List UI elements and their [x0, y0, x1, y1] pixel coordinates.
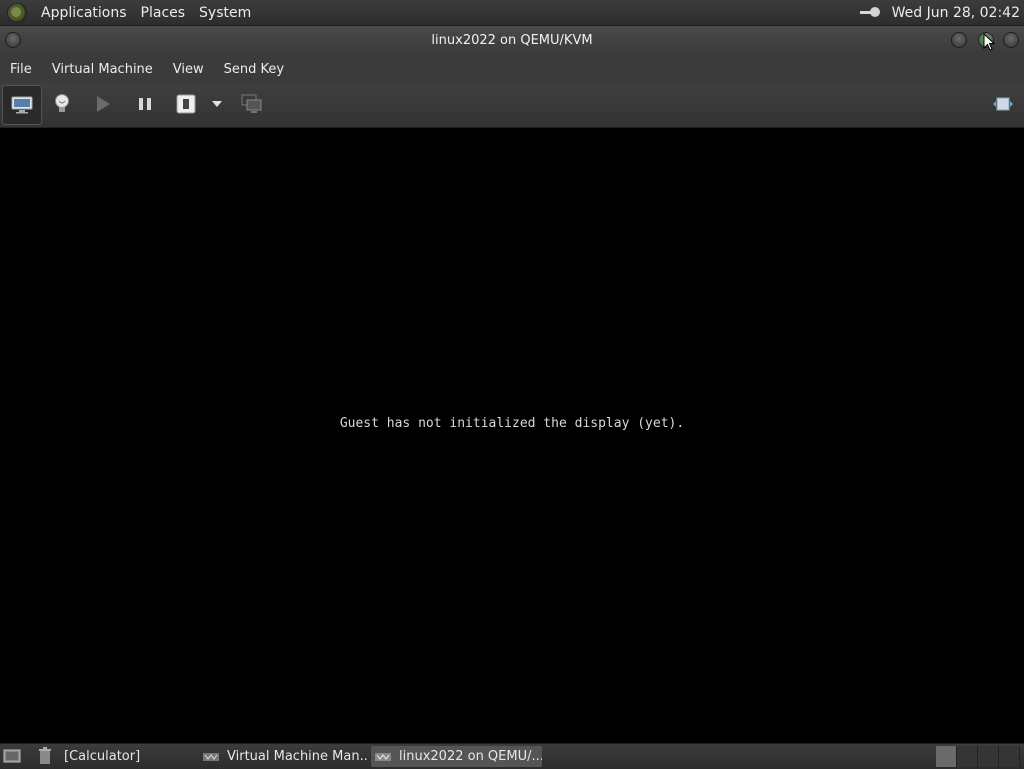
minimize-button[interactable] [951, 32, 967, 48]
key-icon[interactable] [859, 6, 882, 20]
vm-manager-icon [203, 752, 219, 761]
details-button[interactable] [43, 85, 81, 123]
task-label: Virtual Machine Man... [227, 749, 369, 764]
fullscreen-button[interactable] [984, 85, 1022, 123]
task-linux2022[interactable]: linux2022 on QEMU/... [371, 746, 542, 767]
task-virtual-machine-manager[interactable]: Virtual Machine Man... [203, 746, 369, 767]
pause-button[interactable] [126, 85, 164, 123]
console-message: Guest has not initialized the display (y… [339, 416, 685, 431]
top-panel: Applications Places System Wed Jun 28, 0… [0, 0, 1024, 26]
task-label: [Calculator] [64, 749, 141, 764]
menu-virtual-machine[interactable]: Virtual Machine [42, 62, 163, 77]
show-desktop-icon[interactable] [3, 747, 21, 765]
toolbar [0, 83, 1024, 128]
vm-console-icon [375, 752, 391, 761]
task-calculator[interactable]: [Calculator] [40, 746, 200, 767]
applications-menu[interactable]: Applications [34, 5, 134, 21]
calculator-icon [40, 751, 56, 763]
menu-send-key[interactable]: Send Key [214, 62, 294, 77]
workspace-4[interactable] [999, 746, 1020, 767]
console-button[interactable] [2, 85, 42, 125]
window-title: linux2022 on QEMU/KVM [431, 33, 593, 48]
panel-clock[interactable]: Wed Jun 28, 02:42 [892, 5, 1020, 21]
close-button[interactable] [1003, 32, 1019, 48]
places-menu[interactable]: Places [134, 5, 193, 21]
vm-console-display[interactable]: Guest has not initialized the display (y… [2, 129, 1022, 740]
system-menu[interactable]: System [192, 5, 258, 21]
window-menu-icon[interactable] [5, 32, 21, 48]
fullscreen-icon [993, 97, 1013, 111]
snapshots-icon [241, 94, 262, 113]
pause-icon [139, 98, 151, 110]
run-button[interactable] [84, 85, 122, 123]
workspace-2[interactable] [957, 746, 978, 767]
snapshots-button[interactable] [233, 85, 271, 123]
menu-view[interactable]: View [163, 62, 214, 77]
workspace-1[interactable] [936, 746, 957, 767]
run-icon [97, 96, 110, 112]
bottom-panel: [Calculator] Virtual Machine Man... linu… [0, 743, 1024, 769]
distro-logo-icon[interactable] [8, 3, 26, 22]
chevron-down-icon [212, 101, 222, 107]
shutdown-icon [176, 94, 196, 114]
workspace-switcher [936, 746, 1020, 767]
task-label: linux2022 on QEMU/... [399, 749, 542, 764]
window-title-bar[interactable]: linux2022 on QEMU/KVM [0, 26, 1024, 55]
lightbulb-icon [55, 94, 69, 112]
menu-bar: File Virtual Machine View Send Key [0, 55, 1024, 83]
menu-file[interactable]: File [0, 62, 42, 77]
workspace-3[interactable] [978, 746, 999, 767]
console-icon [11, 96, 33, 114]
shutdown-dropdown-button[interactable] [200, 85, 234, 123]
